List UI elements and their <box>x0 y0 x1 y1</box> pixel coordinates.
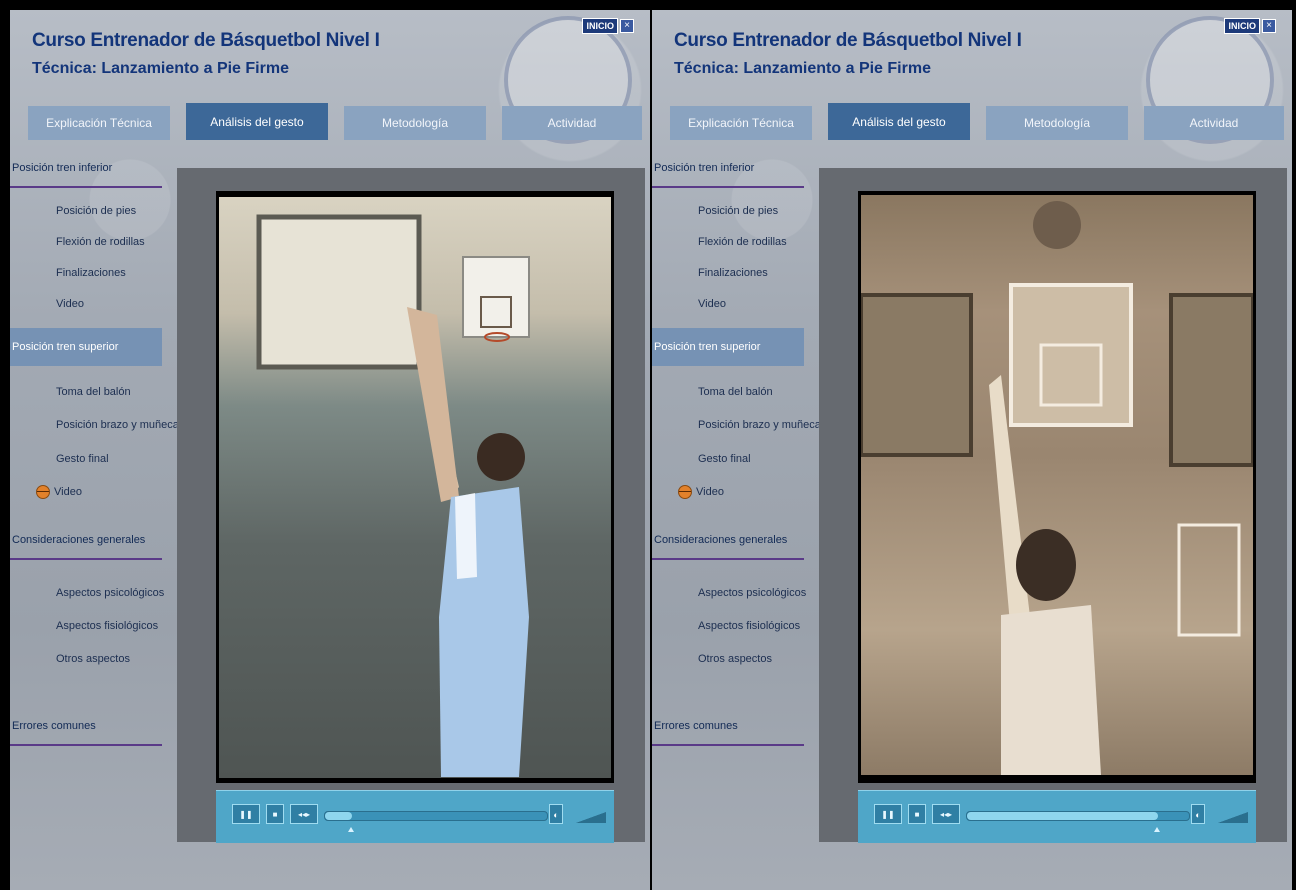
player-shooting-illustration <box>256 214 530 777</box>
course-screen-left: Curso Entrenador de Básquetbol Nivel I T… <box>10 10 650 890</box>
menu-item-finalizaciones[interactable]: Finalizaciones <box>698 267 768 279</box>
menu-item-video-inferior[interactable]: Video <box>698 298 726 310</box>
section-consideraciones-generales[interactable]: Consideraciones generales <box>652 522 804 560</box>
menu-item-posicion-brazo-muneca[interactable]: Posición brazo y muñeca <box>698 419 821 431</box>
tab-actividad[interactable]: Actividad <box>1144 106 1284 140</box>
tab-analisis-del-gesto[interactable]: Análisis del gesto <box>828 103 970 140</box>
sidebar-menu: Posición tren inferior Posición de pies … <box>652 150 821 750</box>
inicio-button[interactable]: INICIO <box>582 18 618 34</box>
menu-item-toma-del-balon[interactable]: Toma del balón <box>698 386 773 398</box>
seek-marker[interactable] <box>347 827 354 832</box>
course-title: Curso Entrenador de Básquetbol Nivel I <box>674 30 1022 51</box>
volume-icon[interactable]: ◐ <box>1191 804 1205 824</box>
menu-item-posicion-de-pies[interactable]: Posición de pies <box>698 205 778 217</box>
menu-item-aspectos-fisiologicos[interactable]: Aspectos fisiológicos <box>56 620 158 632</box>
menu-item-posicion-brazo-muneca[interactable]: Posición brazo y muñeca <box>56 419 179 431</box>
section-tren-superior[interactable]: Posición tren superior <box>10 328 162 366</box>
video-controls: ❚❚ ■ ◂◂▸ ◐ <box>858 790 1256 843</box>
menu-item-video-superior[interactable]: Video <box>696 486 724 498</box>
seek-progress <box>325 812 352 820</box>
video-player-screen[interactable] <box>216 191 614 783</box>
tab-explicacion-tecnica[interactable]: Explicación Técnica <box>28 106 170 140</box>
video-frame-shooting-drill <box>219 197 611 778</box>
tab-metodologia[interactable]: Metodología <box>986 106 1128 140</box>
menu-item-gesto-final[interactable]: Gesto final <box>698 453 751 465</box>
stop-button[interactable]: ■ <box>908 804 926 824</box>
tab-metodologia[interactable]: Metodología <box>344 106 486 140</box>
menu-item-aspectos-psicologicos[interactable]: Aspectos psicológicos <box>56 587 164 599</box>
tab-explicacion-tecnica[interactable]: Explicación Técnica <box>670 106 812 140</box>
lesson-subtitle: Técnica: Lanzamiento a Pie Firme <box>32 60 289 77</box>
section-tren-inferior[interactable]: Posición tren inferior <box>10 150 162 188</box>
lesson-subtitle: Técnica: Lanzamiento a Pie Firme <box>674 60 931 77</box>
tab-bar: Explicación Técnica Análisis del gesto M… <box>670 103 1292 140</box>
course-screen-right: Curso Entrenador de Básquetbol Nivel I T… <box>652 10 1292 890</box>
close-icon[interactable]: × <box>1262 19 1276 33</box>
menu-item-flexion-de-rodillas[interactable]: Flexión de rodillas <box>56 236 145 248</box>
section-tren-superior[interactable]: Posición tren superior <box>652 328 804 366</box>
basketball-icon <box>678 485 692 499</box>
menu-item-video-superior[interactable]: Video <box>54 486 82 498</box>
menu-item-toma-del-balon[interactable]: Toma del balón <box>56 386 131 398</box>
player-shooting-illustration <box>859 201 1255 775</box>
sidebar-menu: Posición tren inferior Posición de pies … <box>10 150 179 750</box>
video-stage: ❚❚ ■ ◂◂▸ ◐ <box>819 168 1287 843</box>
video-player-screen[interactable] <box>858 191 1256 783</box>
pause-button[interactable]: ❚❚ <box>232 804 260 824</box>
volume-slider[interactable] <box>568 809 606 823</box>
volume-slider[interactable] <box>1210 809 1248 823</box>
home-controls: INICIO × <box>582 18 634 34</box>
menu-item-aspectos-psicologicos[interactable]: Aspectos psicológicos <box>698 587 806 599</box>
section-consideraciones-generales[interactable]: Consideraciones generales <box>10 522 162 560</box>
menu-item-posicion-de-pies[interactable]: Posición de pies <box>56 205 136 217</box>
menu-item-video-inferior[interactable]: Video <box>56 298 84 310</box>
tab-bar: Explicación Técnica Análisis del gesto M… <box>28 103 650 140</box>
close-icon[interactable]: × <box>620 19 634 33</box>
menu-item-aspectos-fisiologicos[interactable]: Aspectos fisiológicos <box>698 620 800 632</box>
tab-analisis-del-gesto[interactable]: Análisis del gesto <box>186 103 328 140</box>
tab-actividad[interactable]: Actividad <box>502 106 642 140</box>
section-tren-inferior[interactable]: Posición tren inferior <box>652 150 804 188</box>
home-controls: INICIO × <box>1224 18 1276 34</box>
menu-item-otros-aspectos[interactable]: Otros aspectos <box>56 653 130 665</box>
rewind-forward-button[interactable]: ◂◂▸ <box>290 804 318 824</box>
menu-item-flexion-de-rodillas[interactable]: Flexión de rodillas <box>698 236 787 248</box>
section-errores-comunes[interactable]: Errores comunes <box>652 708 804 746</box>
volume-icon[interactable]: ◐ <box>549 804 563 824</box>
seek-marker[interactable] <box>1153 827 1160 832</box>
video-stage: ❚❚ ■ ◂◂▸ ◐ <box>177 168 645 843</box>
section-errores-comunes[interactable]: Errores comunes <box>10 708 162 746</box>
video-controls: ❚❚ ■ ◂◂▸ ◐ <box>216 790 614 843</box>
menu-item-gesto-final[interactable]: Gesto final <box>56 453 109 465</box>
seek-progress <box>967 812 1158 820</box>
rewind-forward-button[interactable]: ◂◂▸ <box>932 804 960 824</box>
seek-bar[interactable] <box>324 811 548 821</box>
video-frame-shooting-drill-sepia <box>859 195 1255 775</box>
basketball-icon <box>36 485 50 499</box>
menu-item-finalizaciones[interactable]: Finalizaciones <box>56 267 126 279</box>
seek-bar[interactable] <box>966 811 1190 821</box>
menu-item-otros-aspectos[interactable]: Otros aspectos <box>698 653 772 665</box>
course-title: Curso Entrenador de Básquetbol Nivel I <box>32 30 380 51</box>
inicio-button[interactable]: INICIO <box>1224 18 1260 34</box>
pause-button[interactable]: ❚❚ <box>874 804 902 824</box>
stop-button[interactable]: ■ <box>266 804 284 824</box>
